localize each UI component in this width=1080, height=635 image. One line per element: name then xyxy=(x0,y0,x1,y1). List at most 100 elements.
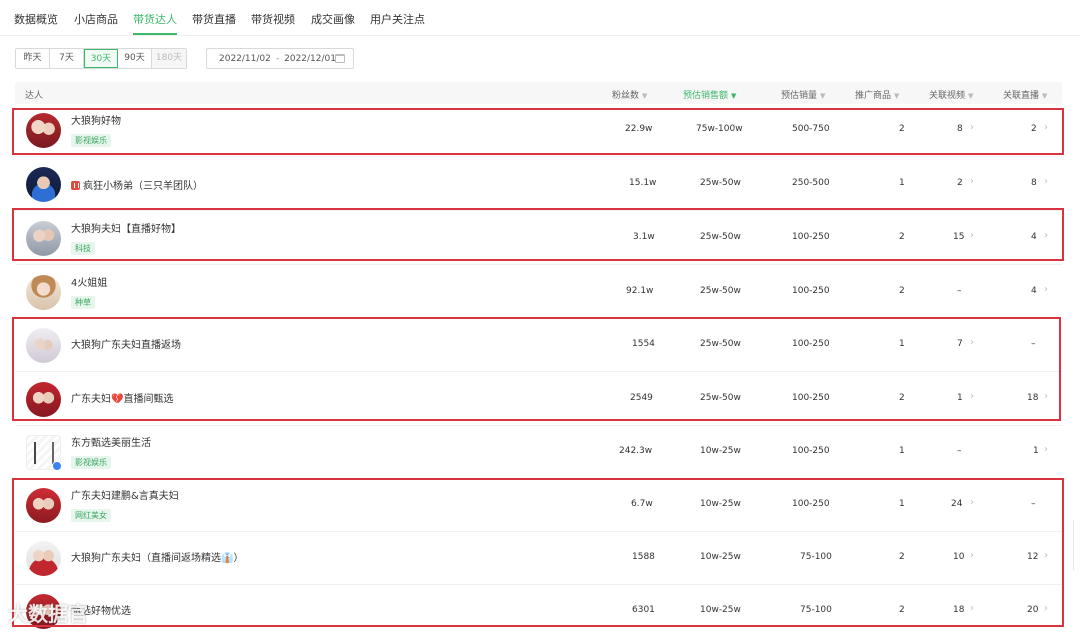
logo-strokes xyxy=(34,442,54,464)
date-separator: - xyxy=(275,53,280,64)
influencer-name[interactable]: 广东夫妇建鹏&言真夫妇 xyxy=(71,487,179,502)
lives-value[interactable]: 12 xyxy=(1027,552,1038,562)
products-value: 2 xyxy=(899,286,905,296)
table-row[interactable]: 大狼狗好物 影视娱乐 22.9w 75w-100w 500-750 2 8 › … xyxy=(15,103,1062,157)
sales-amount-value: 10w-25w xyxy=(700,499,741,509)
date-end: 2022/12/01 xyxy=(284,53,336,64)
header-influencer: 达人 xyxy=(25,91,44,101)
live-icon xyxy=(71,181,80,190)
videos-value[interactable]: 24 xyxy=(951,499,962,509)
range-yesterday-button[interactable]: 昨天 xyxy=(16,49,50,68)
influencer-name[interactable]: 大狼狗好物 xyxy=(71,112,121,127)
table-row[interactable]: 甄选好物优选 6301 10w-25w 75-100 2 18 › 20 › xyxy=(15,584,1062,635)
range-30d-button[interactable]: 30天 xyxy=(84,49,118,68)
table-row[interactable]: 东方甄选美丽生活 影视娱乐 242.3w 10w-25w 100-250 1 –… xyxy=(15,425,1062,479)
table-row[interactable]: 广东夫妇建鹏&言真夫妇 网红美女 6.7w 10w-25w 100-250 1 … xyxy=(15,478,1062,532)
header-related-videos[interactable]: 关联视频 ▼ xyxy=(929,88,973,101)
chevron-right-icon[interactable]: › xyxy=(1044,603,1048,614)
chevron-right-icon[interactable]: › xyxy=(1044,122,1048,133)
header-est-sales-volume[interactable]: 预估销量 ▼ xyxy=(781,88,825,101)
videos-value[interactable]: 8 xyxy=(957,124,963,134)
influencer-name[interactable]: 大狼狗广东夫妇直播返场 xyxy=(71,336,181,351)
videos-value[interactable]: 15 xyxy=(953,232,964,242)
range-90d-button[interactable]: 90天 xyxy=(118,49,152,68)
tab-influencers[interactable]: 带货达人 xyxy=(133,11,177,27)
chevron-right-icon[interactable]: › xyxy=(970,497,974,508)
chevron-right-icon[interactable]: › xyxy=(970,603,974,614)
date-range-picker[interactable]: 2022/11/02 - 2022/12/01 xyxy=(206,48,354,69)
sales-volume-value: 100-250 xyxy=(792,232,830,242)
videos-value[interactable]: 2 xyxy=(957,178,963,188)
influencer-name[interactable]: 广东夫妇💔直播间甄选 xyxy=(71,390,173,405)
table-row[interactable]: 广东夫妇💔直播间甄选 2549 25w-50w 100-250 2 1 › 18… xyxy=(15,372,1062,426)
header-est-sales-amount[interactable]: 预估销售额 ▼ xyxy=(683,88,736,101)
table-row[interactable]: 4火姐姐 种草 92.1w 25w-50w 100-250 2 – 4 › xyxy=(15,265,1062,319)
videos-value[interactable]: 18 xyxy=(953,605,964,615)
sales-amount-value: 10w-25w xyxy=(700,605,741,615)
header-related-lives[interactable]: 关联直播 ▼ xyxy=(1003,88,1047,101)
table-header: 达人 粉丝数 ▼ 预估销售额 ▼ 预估销量 ▼ 推广商品 ▼ 关联视频 ▼ 关联直播 ▼ xyxy=(15,82,1062,104)
products-value: 1 xyxy=(899,499,905,509)
table-row[interactable]: 大狼狗广东夫妇（直播间返场精选👔） 1588 10w-25w 75-100 2 … xyxy=(15,531,1062,585)
lives-value[interactable]: 8 xyxy=(1031,178,1037,188)
header-fans[interactable]: 粉丝数 ▼ xyxy=(612,88,647,101)
chevron-right-icon[interactable]: › xyxy=(1044,230,1048,241)
videos-value[interactable]: 10 xyxy=(953,552,964,562)
lives-value[interactable]: 4 xyxy=(1031,232,1037,242)
tab-shop-products[interactable]: 小店商品 xyxy=(74,11,118,27)
chevron-right-icon[interactable]: › xyxy=(1044,550,1048,561)
tab-live-streams[interactable]: 带货直播 xyxy=(192,11,236,27)
sales-amount-value: 25w-50w xyxy=(700,339,741,349)
fans-value: 242.3w xyxy=(619,446,653,456)
verified-icon xyxy=(52,461,62,471)
fans-value: 22.9w xyxy=(625,124,653,134)
influencer-name[interactable]: 大狼狗夫妇【直播好物】 xyxy=(71,220,181,235)
influencer-name[interactable]: 大狼狗广东夫妇（直播间返场精选👔） xyxy=(71,549,243,564)
range-7d-button[interactable]: 7天 xyxy=(50,49,84,68)
chevron-right-icon[interactable]: › xyxy=(1044,444,1048,455)
lives-value[interactable]: 4 xyxy=(1031,286,1037,296)
range-180d-button: 180天 xyxy=(152,49,186,68)
lives-value[interactable]: 20 xyxy=(1027,605,1038,615)
products-value: 2 xyxy=(899,552,905,562)
table-row[interactable]: 大狼狗广东夫妇直播返场 1554 25w-50w 100-250 1 7 › – xyxy=(15,318,1062,372)
influencer-name[interactable]: 疯狂小杨弟（三只羊团队） xyxy=(71,177,203,192)
sales-amount-value: 10w-25w xyxy=(700,446,741,456)
chevron-right-icon[interactable]: › xyxy=(970,337,974,348)
chevron-right-icon[interactable]: › xyxy=(1044,284,1048,295)
avatar xyxy=(26,113,61,148)
lives-value: – xyxy=(1031,499,1036,509)
lives-value[interactable]: 2 xyxy=(1031,124,1037,134)
calendar-icon[interactable] xyxy=(335,54,345,63)
chevron-right-icon[interactable]: › xyxy=(970,122,974,133)
table-row[interactable]: 大狼狗夫妇【直播好物】 科技 3.1w 25w-50w 100-250 2 15… xyxy=(15,211,1062,265)
lives-value: – xyxy=(1031,339,1036,349)
videos-value[interactable]: 7 xyxy=(957,339,963,349)
sales-amount-value: 75w-100w xyxy=(696,124,743,134)
chevron-right-icon[interactable]: › xyxy=(970,230,974,241)
sales-amount-value: 25w-50w xyxy=(700,286,741,296)
lives-value[interactable]: 18 xyxy=(1027,393,1038,403)
chevron-right-icon[interactable]: › xyxy=(1044,176,1048,187)
tab-data-overview[interactable]: 数据概览 xyxy=(14,11,58,27)
videos-value[interactable]: 1 xyxy=(957,393,963,403)
tab-videos[interactable]: 带货视频 xyxy=(251,11,295,27)
scrollbar[interactable] xyxy=(1073,520,1077,570)
chevron-right-icon[interactable]: › xyxy=(970,391,974,402)
lives-value[interactable]: 1 xyxy=(1033,446,1039,456)
chevron-right-icon[interactable]: › xyxy=(1044,391,1048,402)
influencer-name[interactable]: 4火姐姐 xyxy=(71,274,107,289)
header-promoted-products[interactable]: 推广商品 ▼ xyxy=(855,88,899,101)
chevron-right-icon[interactable]: › xyxy=(970,550,974,561)
influencer-name[interactable]: 东方甄选美丽生活 xyxy=(71,434,151,449)
avatar xyxy=(26,328,61,363)
range-selector: 昨天 7天 30天 90天 180天 xyxy=(15,48,187,69)
chevron-right-icon[interactable]: › xyxy=(970,176,974,187)
sales-volume-value: 100-250 xyxy=(792,446,830,456)
tab-user-focus[interactable]: 用户关注点 xyxy=(370,11,425,27)
avatar xyxy=(26,275,61,310)
tab-buyer-profile[interactable]: 成交画像 xyxy=(311,11,355,27)
products-value: 2 xyxy=(899,232,905,242)
products-value: 2 xyxy=(899,124,905,134)
table-row[interactable]: 疯狂小杨弟（三只羊团队） 15.1w 25w-50w 250-500 1 2 ›… xyxy=(15,157,1062,211)
